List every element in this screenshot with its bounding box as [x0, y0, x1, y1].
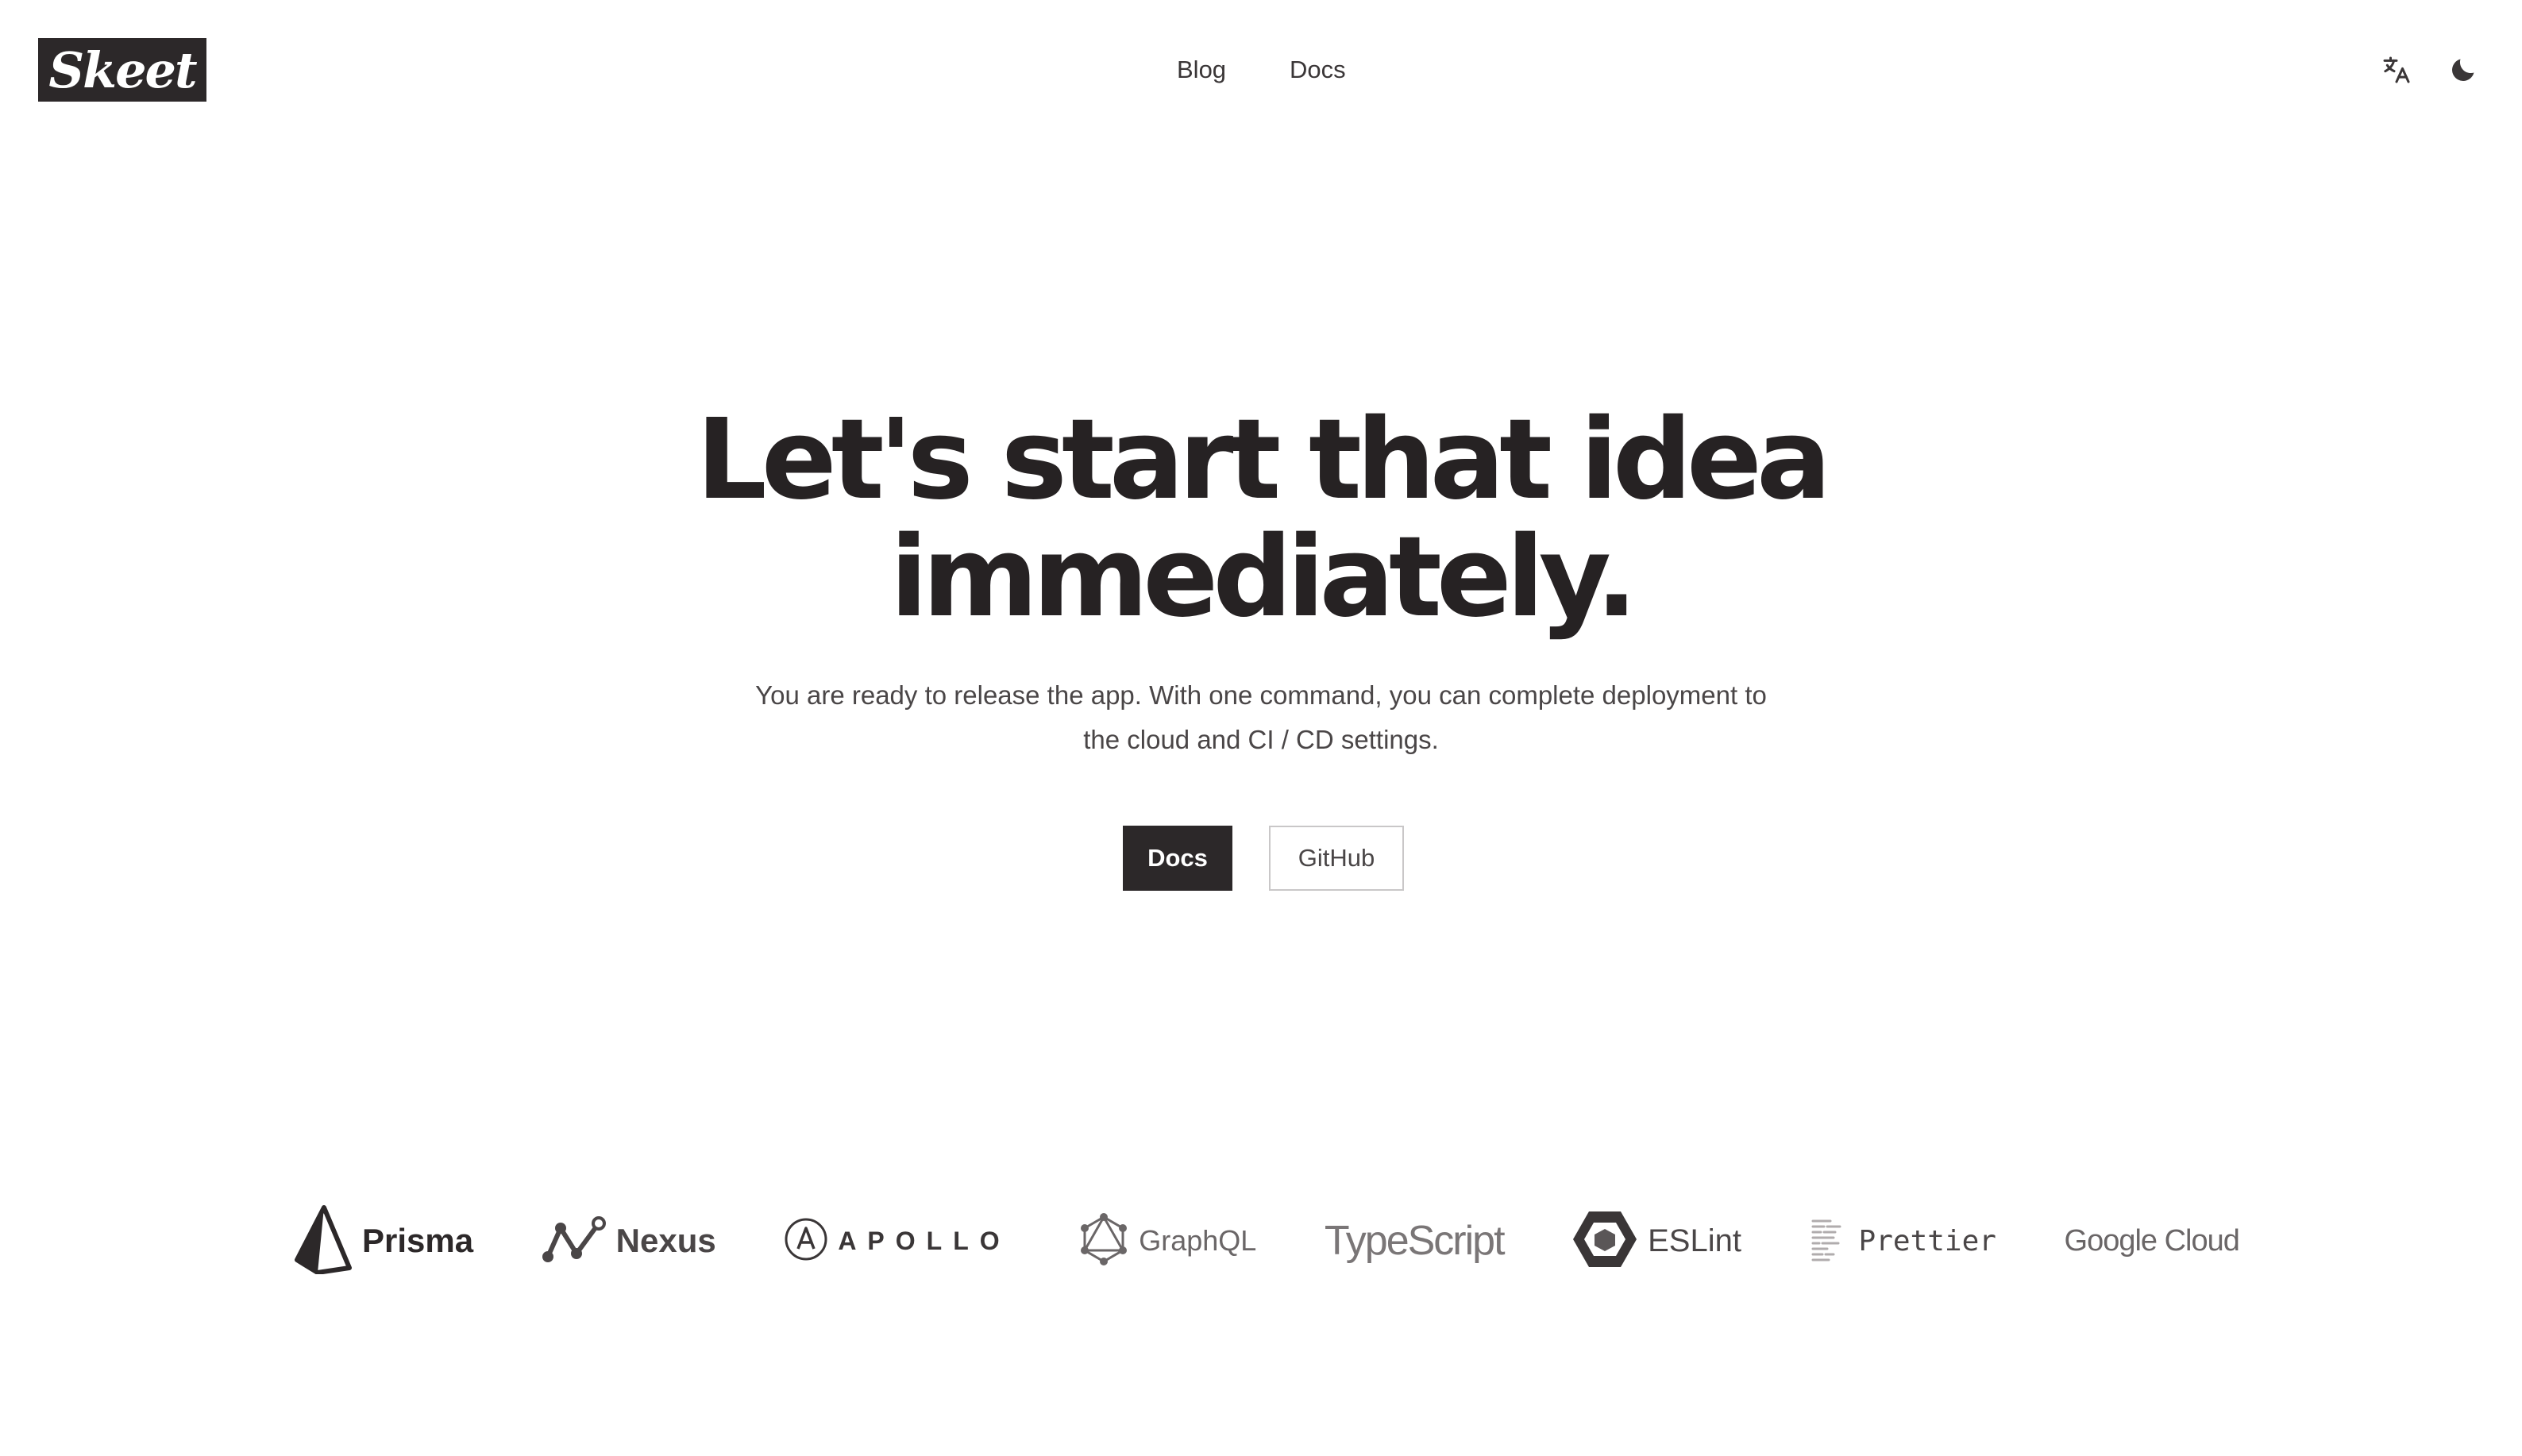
prisma-icon [294, 1204, 353, 1278]
logo-graphql-label: GraphQL [1139, 1224, 1257, 1257]
tech-logos: Prisma Nexus APOLLO GraphQL TypeScript E… [294, 1197, 2240, 1285]
main-nav: Blog Docs [1177, 49, 1346, 91]
logo-google-cloud: Google Cloud [2064, 1223, 2240, 1258]
logo-nexus: Nexus [542, 1215, 716, 1267]
docs-button[interactable]: Docs [1123, 826, 1232, 891]
logo-apollo: APOLLO [784, 1217, 1010, 1265]
hero-title: Let's start that idea immediately. [0, 402, 2522, 637]
logo-prisma-label: Prisma [362, 1222, 474, 1259]
moon-icon[interactable] [2441, 48, 2485, 92]
cta-buttons: Docs GitHub [0, 826, 2522, 891]
site-header: Skeet Blog Docs [0, 0, 2522, 140]
logo-prettier-label: Prettier [1858, 1224, 1996, 1258]
logo-google-cloud-label: Google Cloud [2064, 1223, 2240, 1258]
hero-subtitle-line-1: You are ready to release the app. With o… [755, 680, 1767, 710]
nexus-icon [542, 1215, 607, 1267]
logo-apollo-label: APOLLO [838, 1226, 1011, 1255]
github-button[interactable]: GitHub [1269, 826, 1404, 891]
hero-subtitle-line-2: the cloud and CI / CD settings. [1083, 725, 1439, 754]
translate-icon[interactable] [2374, 48, 2419, 92]
logo-eslint: ESLint [1571, 1208, 1741, 1274]
logo-eslint-label: ESLint [1648, 1223, 1741, 1258]
logo-prisma: Prisma [294, 1204, 473, 1278]
hero-title-line-2: immediately. [889, 513, 1638, 642]
logo-typescript-label: TypeScript [1324, 1218, 1506, 1264]
nav-link-blog[interactable]: Blog [1177, 49, 1226, 91]
apollo-icon [784, 1217, 828, 1265]
nav-link-docs[interactable]: Docs [1290, 49, 1346, 91]
prettier-icon [1810, 1216, 1849, 1266]
logo-prettier: Prettier [1810, 1216, 1996, 1266]
hero-subtitle: You are ready to release the app. With o… [737, 673, 1785, 762]
eslint-icon [1571, 1208, 1638, 1274]
logo-typescript: TypeScript [1324, 1217, 1506, 1265]
logo-nexus-label: Nexus [615, 1222, 716, 1259]
logo-graphql: GraphQL [1078, 1212, 1256, 1270]
graphql-icon [1078, 1212, 1129, 1270]
skeet-logo[interactable]: Skeet [38, 38, 206, 102]
hero-title-line-1: Let's start that idea [696, 395, 1832, 525]
